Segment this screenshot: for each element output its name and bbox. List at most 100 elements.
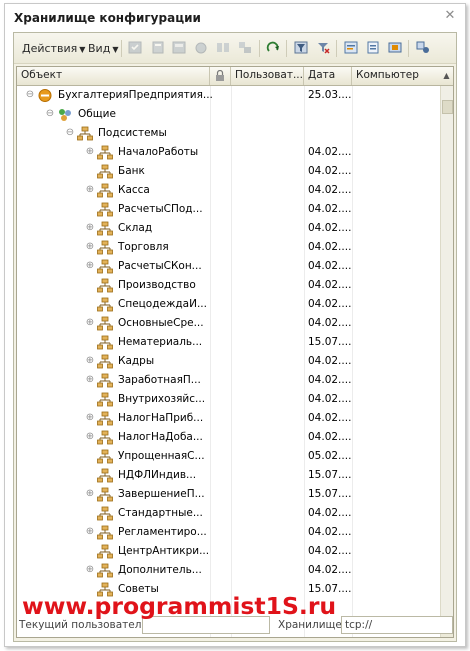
tree-row[interactable]: СпецодеждаИ... 04.02....	[17, 295, 439, 314]
tree-item-date: 04.02....	[308, 222, 352, 234]
expand-icon[interactable]: ⊕	[85, 565, 95, 575]
tree-row[interactable]: ЦентрАнтикри... 04.02....	[17, 542, 439, 561]
clear-filter-icon[interactable]	[316, 41, 330, 54]
release-icon[interactable]	[151, 41, 165, 54]
settings-icon[interactable]	[416, 41, 430, 54]
subsystem-icon	[97, 354, 113, 369]
toolbar-separator	[259, 40, 260, 57]
tree-item-date: 04.02....	[308, 507, 352, 519]
tree-item-date: 04.02....	[308, 526, 352, 538]
subsystem-icon	[97, 506, 113, 521]
toolbar-separator	[408, 40, 409, 57]
tree-item-label: ЗаработнаяП...	[118, 374, 201, 386]
expand-icon[interactable]: ⊕	[85, 489, 95, 499]
tree-row[interactable]: ⊕ Торговля 04.02....	[17, 238, 439, 257]
tree-row[interactable]: ⊕ Касса 04.02....	[17, 181, 439, 200]
tree-row[interactable]: ⊕ НачалоРаботы 04.02....	[17, 143, 439, 162]
column-header-object[interactable]: Объект	[17, 67, 210, 85]
column-header-lock[interactable]	[210, 67, 231, 85]
report-icon[interactable]	[366, 41, 380, 54]
tree-row[interactable]: ⊕ ЗаработнаяП... 04.02....	[17, 371, 439, 390]
subsystem-icon	[97, 202, 113, 217]
column-header-computer[interactable]: Компьютер	[352, 67, 440, 85]
expand-icon[interactable]: ⊕	[85, 375, 95, 385]
merge-icon[interactable]	[238, 41, 252, 54]
expand-icon[interactable]: ⊕	[85, 261, 95, 271]
tree-row[interactable]: ⊖ БухгалтерияПредприятия... 25.03....	[17, 86, 439, 105]
put-icon[interactable]	[172, 41, 186, 54]
tree-item-date: 04.02....	[308, 317, 352, 329]
dropdown-arrow-icon: ▼	[79, 45, 86, 54]
collapse-icon[interactable]: ⊖	[25, 90, 35, 100]
tree-item-label: РасчетыСПод...	[118, 203, 203, 215]
tree-row[interactable]: Нематериаль... 15.07....	[17, 333, 439, 352]
tree-row[interactable]: ⊕ Дополнитель... 04.02....	[17, 561, 439, 580]
tree-row[interactable]: ⊕ НалогНаДоба... 04.02....	[17, 428, 439, 447]
expand-icon[interactable]: ⊕	[85, 356, 95, 366]
tree-item-label: Банк	[118, 165, 145, 177]
subsystem-icon	[97, 316, 113, 331]
toolbar-separator	[336, 40, 337, 57]
expand-icon[interactable]: ⊕	[85, 527, 95, 537]
scroll-up-icon[interactable]: ▲	[440, 67, 453, 85]
expand-icon[interactable]: ⊕	[85, 318, 95, 328]
vertical-scrollbar[interactable]: ▼	[440, 86, 453, 637]
tree-row[interactable]: НДФЛИндив... 15.07....	[17, 466, 439, 485]
tree-row[interactable]: Стандартные... 04.02....	[17, 504, 439, 523]
tree-row[interactable]: РасчетыСПод... 04.02....	[17, 200, 439, 219]
column-header-date[interactable]: Дата	[304, 67, 352, 85]
subsystem-icon	[77, 126, 93, 141]
tree-row[interactable]: ⊕ ЗавершениеП... 15.07....	[17, 485, 439, 504]
capture-icon[interactable]	[128, 41, 142, 54]
column-header-user[interactable]: Пользоват...	[231, 67, 304, 85]
expand-icon[interactable]: ⊕	[85, 147, 95, 157]
tree-row[interactable]: ⊕ Кадры 04.02....	[17, 352, 439, 371]
history-icon[interactable]	[344, 41, 358, 54]
tree-item-label: НалогНаПриб...	[118, 412, 204, 424]
close-icon[interactable]: ✕	[443, 9, 457, 23]
tree-row[interactable]: Внутрихозяйс... 04.02....	[17, 390, 439, 409]
tree-item-label: НалогНаДоба...	[118, 431, 203, 443]
tree-row[interactable]: Банк 04.02....	[17, 162, 439, 181]
objects-table: Объект Пользоват... Дата Компьютер ▲ ⊖ Бу…	[16, 66, 454, 638]
lock-icon	[216, 70, 224, 81]
expand-icon[interactable]: ⊕	[85, 242, 95, 252]
tree-row[interactable]: ⊕ НалогНаПриб... 04.02....	[17, 409, 439, 428]
get-icon[interactable]	[194, 41, 208, 54]
subsystem-icon	[97, 449, 113, 464]
tree-row[interactable]: ⊕ ОсновныеСре... 04.02....	[17, 314, 439, 333]
expand-icon[interactable]: ⊕	[85, 413, 95, 423]
view-menu[interactable]: Вид ▼	[88, 42, 118, 55]
filter-icon[interactable]	[294, 41, 308, 54]
storage-path-field[interactable]: tcp://	[341, 616, 453, 634]
tree-item-label: Внутрихозяйс...	[118, 393, 206, 405]
tree-item-date: 04.02....	[308, 203, 352, 215]
storage-label: Хранилище:	[278, 619, 346, 631]
tree-row[interactable]: ⊕ Регламентиро... 04.02....	[17, 523, 439, 542]
subsystem-icon	[97, 563, 113, 578]
config-storage-window: Хранилище конфигурации ✕ Действия ▼ Вид ▼	[4, 3, 466, 647]
collapse-icon[interactable]: ⊖	[45, 109, 55, 119]
collapse-icon[interactable]: ⊖	[65, 128, 75, 138]
tree-row[interactable]: ⊕ Склад 04.02....	[17, 219, 439, 238]
refresh-icon[interactable]	[266, 41, 280, 54]
tree-item-label: Стандартные...	[118, 507, 203, 519]
actions-menu[interactable]: Действия ▼	[22, 42, 85, 55]
expand-icon[interactable]: ⊕	[85, 185, 95, 195]
tree-item-label: СпецодеждаИ...	[118, 298, 207, 310]
tree-row[interactable]: ⊖ Подсистемы	[17, 124, 439, 143]
tree-row[interactable]: Производство 04.02....	[17, 276, 439, 295]
storage-icon[interactable]	[388, 41, 402, 54]
tree-row[interactable]: ⊖ Общие	[17, 105, 439, 124]
tree-item-date: 04.02....	[308, 146, 352, 158]
expand-icon[interactable]: ⊕	[85, 432, 95, 442]
expand-icon[interactable]: ⊕	[85, 223, 95, 233]
tree-item-label: Склад	[118, 222, 153, 234]
tree-item-label: ЗавершениеП...	[118, 488, 205, 500]
tree-row[interactable]: ⊕ РасчетыСКон... 04.02....	[17, 257, 439, 276]
scroll-thumb[interactable]	[442, 100, 453, 114]
view-menu-label: Вид	[88, 42, 111, 55]
compare-icon[interactable]	[216, 41, 230, 54]
tree-item-label: ЦентрАнтикри...	[118, 545, 210, 557]
tree-row[interactable]: УпрощеннаяС... 05.02....	[17, 447, 439, 466]
